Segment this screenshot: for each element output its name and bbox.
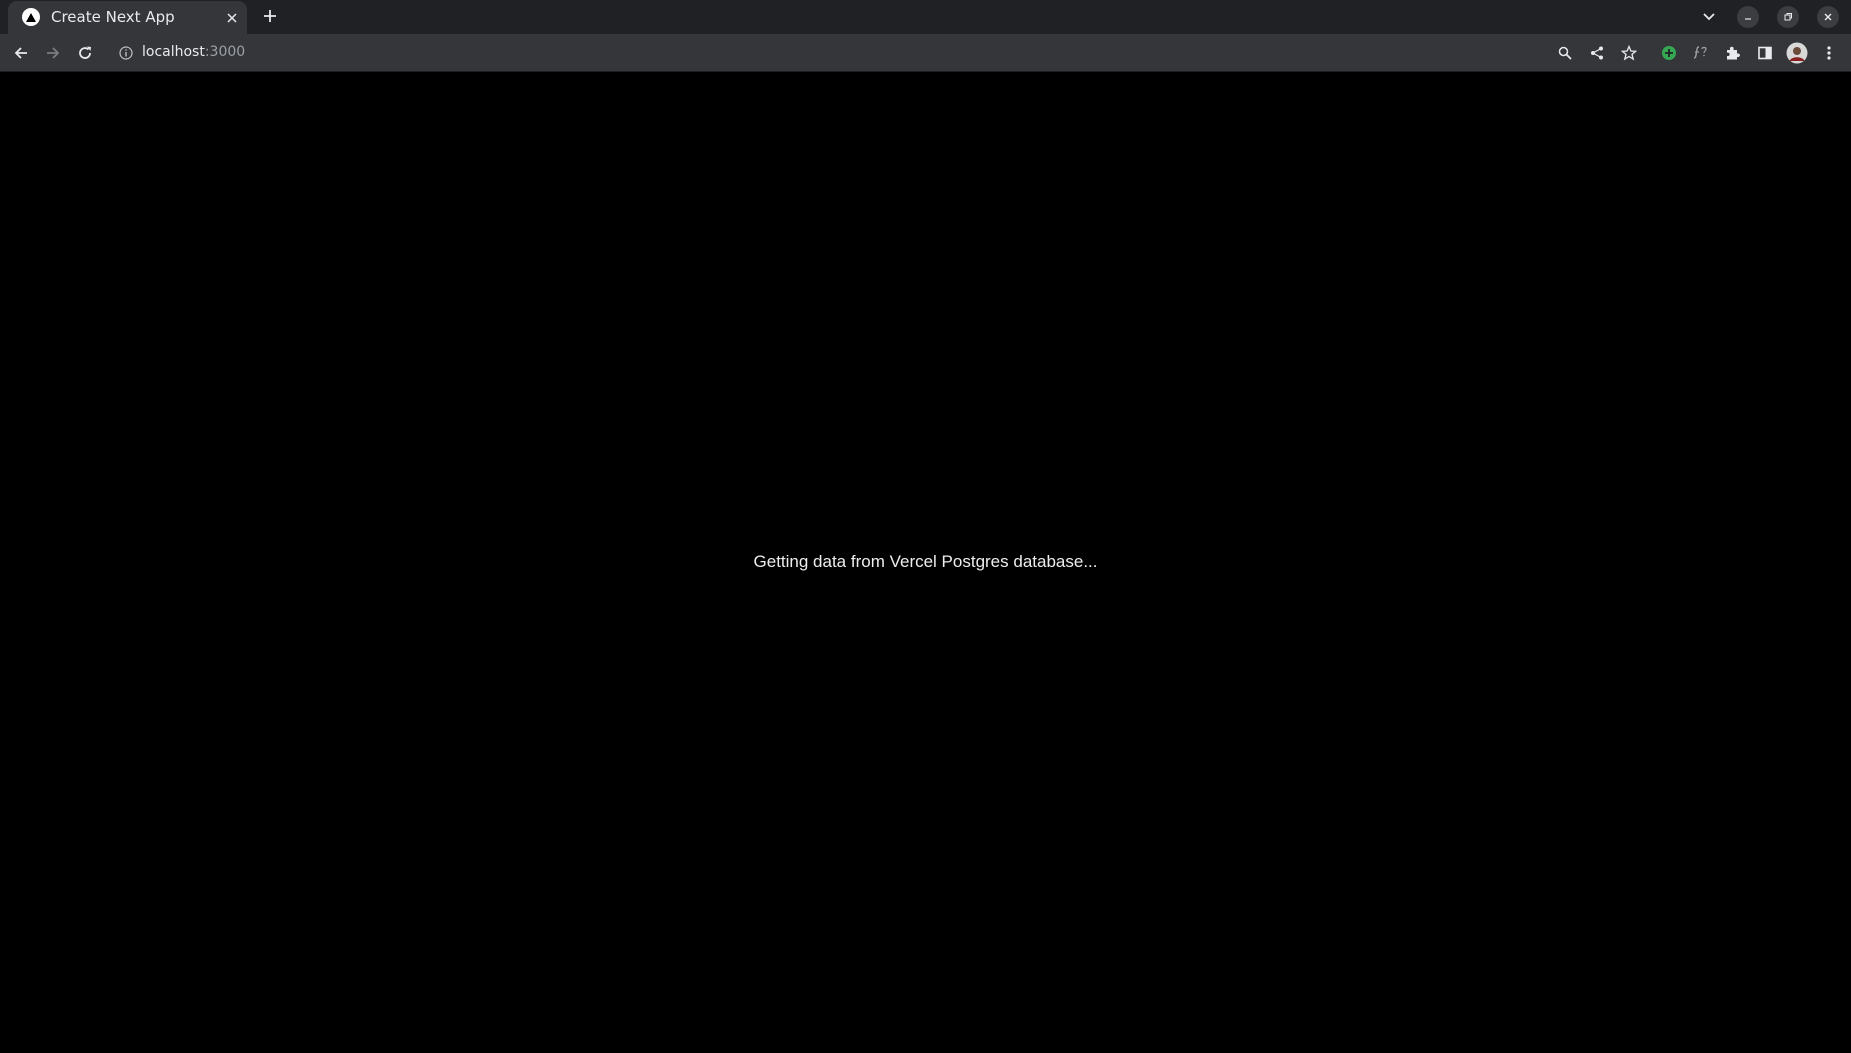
kebab-menu-icon[interactable] — [1817, 41, 1841, 65]
plus-circle-icon[interactable] — [1657, 41, 1681, 65]
url-host: localhost — [142, 44, 205, 60]
reload-icon[interactable] — [73, 41, 97, 65]
puzzle-icon[interactable] — [1721, 41, 1745, 65]
tab-strip: Create Next App — [0, 0, 1851, 34]
share-icon[interactable] — [1585, 41, 1609, 65]
address-bar[interactable]: localhost:3000 — [108, 38, 1648, 68]
url-port: :3000 — [204, 44, 246, 60]
tab-title: Create Next App — [51, 8, 175, 26]
close-icon[interactable] — [222, 8, 242, 28]
arrow-right-icon[interactable] — [41, 41, 65, 65]
browser-toolbar: localhost:3000 — [0, 34, 1851, 72]
search-icon[interactable] — [1553, 41, 1577, 65]
url-text[interactable]: localhost:3000 — [142, 44, 245, 60]
window-close-button[interactable] — [1817, 6, 1839, 28]
minimize-button[interactable] — [1737, 6, 1759, 28]
avatar[interactable] — [1785, 41, 1809, 65]
arrow-left-icon[interactable] — [9, 41, 33, 65]
chevron-down-icon[interactable] — [1698, 6, 1720, 28]
formula-icon[interactable] — [1689, 41, 1713, 65]
restore-button[interactable] — [1777, 6, 1799, 28]
star-icon[interactable] — [1617, 41, 1641, 65]
page-content: Getting data from Vercel Postgres databa… — [0, 72, 1851, 1053]
plus-icon[interactable] — [259, 5, 281, 27]
tab-active[interactable]: Create Next App — [8, 1, 247, 34]
info-icon[interactable] — [118, 45, 134, 61]
browser-window: Create Next App localhost:3000 Getting d… — [0, 0, 1851, 1053]
loading-message: Getting data from Vercel Postgres databa… — [753, 552, 1098, 571]
nextjs-triangle-icon — [22, 8, 40, 26]
side-panel-icon[interactable] — [1753, 41, 1777, 65]
